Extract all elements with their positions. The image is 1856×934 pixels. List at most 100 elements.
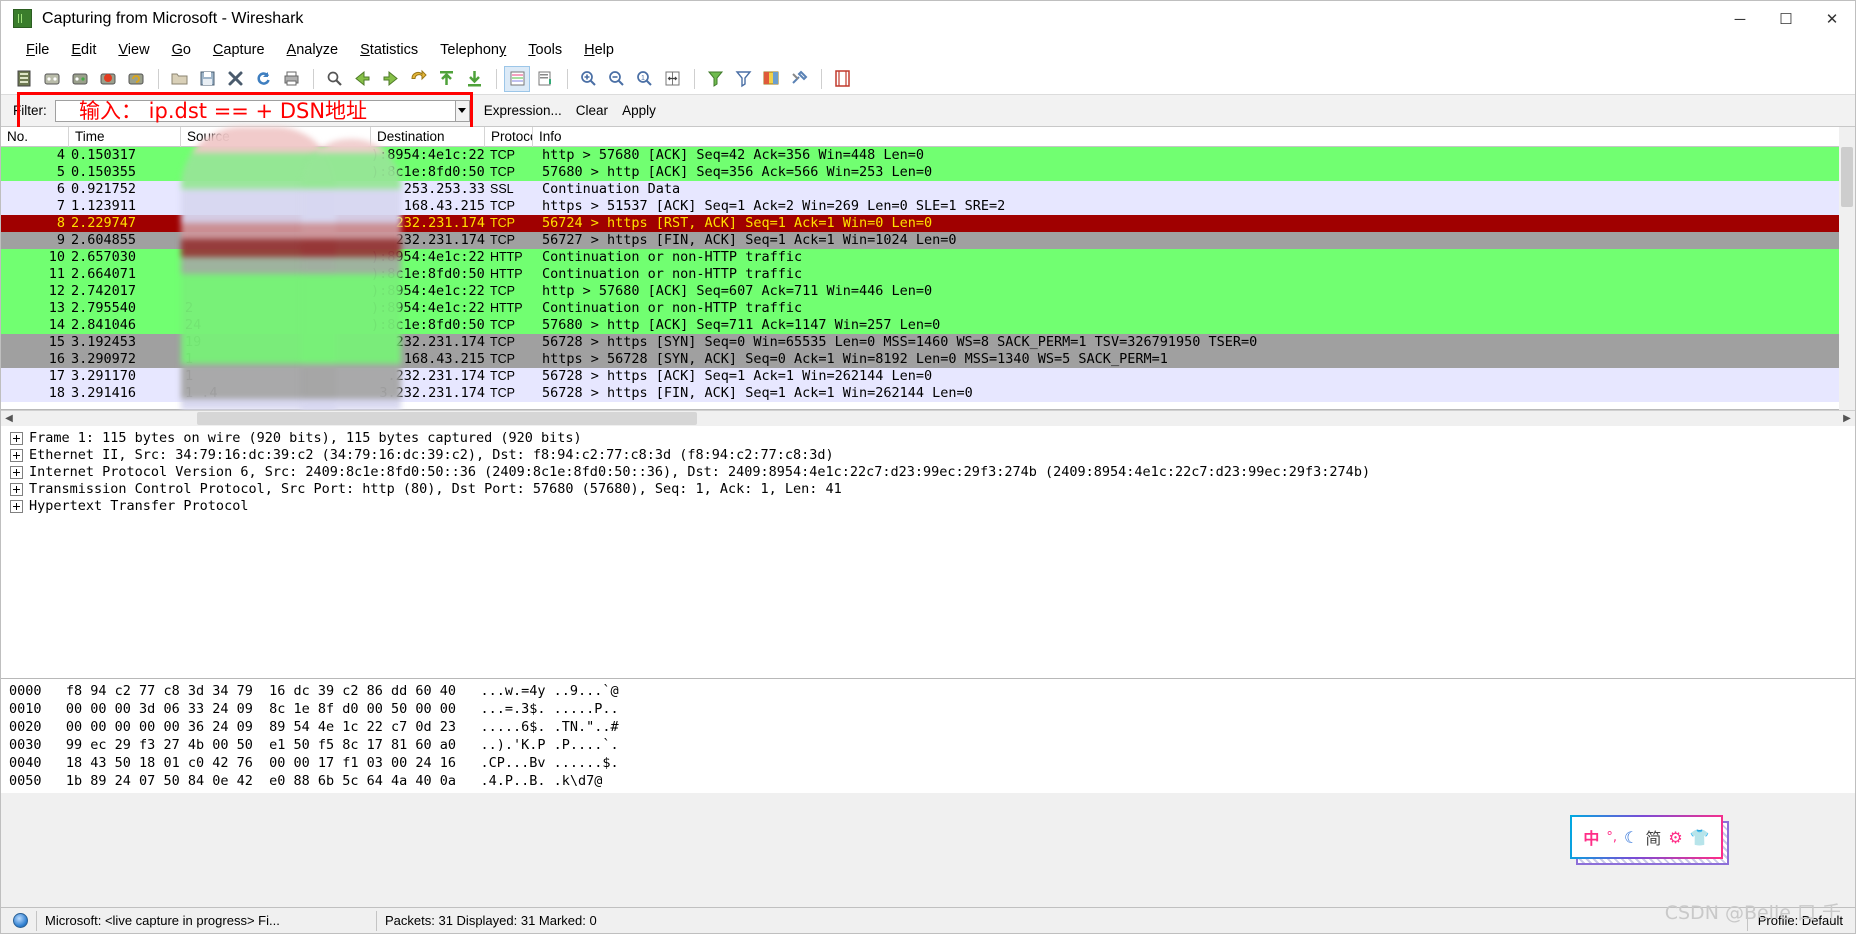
table-row[interactable]: 14 2.841046 24):8c1e:8fd0:50::TCP 57680 > h… bbox=[1, 317, 1855, 334]
filter-apply-button[interactable]: Apply bbox=[622, 103, 656, 118]
hex-dump[interactable]: 0000 f8 94 c2 77 c8 3d 34 79 16 dc 39 c2… bbox=[9, 682, 1855, 790]
go-forward-icon[interactable] bbox=[377, 66, 403, 92]
menu-tools[interactable]: Tools bbox=[517, 40, 573, 60]
zoom-out-icon[interactable] bbox=[603, 66, 629, 92]
go-last-packet-icon[interactable] bbox=[461, 66, 487, 92]
protocol-tree-item[interactable]: Hypertext Transfer Protocol bbox=[3, 498, 1855, 515]
table-row[interactable]: 15 3.192453 19 232.231.174 TCP 56728 > https … bbox=[1, 334, 1855, 351]
table-row[interactable]: 13 2.795540 2):8954:4e1c:22c7 HTTP Continuat… bbox=[1, 300, 1855, 317]
column-header-time[interactable]: Time bbox=[69, 126, 181, 147]
filter-expression-button[interactable]: Expression... bbox=[484, 103, 562, 118]
reload-file-icon[interactable] bbox=[250, 66, 276, 92]
table-row[interactable]: 6 0.921752 253.253.33 SSL Continuation Data bbox=[1, 181, 1855, 198]
start-capture-icon[interactable] bbox=[67, 66, 93, 92]
resize-columns-icon[interactable] bbox=[659, 66, 685, 92]
close-button[interactable]: ✕ bbox=[1809, 1, 1855, 37]
scroll-left-arrow[interactable]: ◀ bbox=[1, 411, 17, 426]
menu-capture[interactable]: Capture bbox=[202, 40, 276, 60]
expand-plus-icon[interactable] bbox=[10, 466, 23, 479]
colorize-packet-list-icon[interactable] bbox=[504, 65, 530, 92]
packet-details-pane[interactable]: Frame 1: 115 bytes on wire (920 bits), 1… bbox=[1, 426, 1855, 678]
list-interfaces-icon[interactable] bbox=[11, 66, 37, 92]
print-icon[interactable] bbox=[278, 66, 304, 92]
table-row[interactable]: 5 0.150355):8c1e:8fd0:50::TCP 57680 > http… bbox=[1, 164, 1855, 181]
protocol-tree-item[interactable]: Frame 1: 115 bytes on wire (920 bits), 1… bbox=[3, 430, 1855, 447]
filter-history-dropdown[interactable] bbox=[454, 99, 470, 122]
hex-dump-line[interactable]: 0020 00 00 00 00 00 36 24 09 89 54 4e 1c… bbox=[9, 718, 1855, 736]
ime-punctuation-icon[interactable]: °, bbox=[1606, 830, 1617, 845]
expand-plus-icon[interactable] bbox=[10, 483, 23, 496]
packet-list-horizontal-scrollbar[interactable]: ◀ ▶ bbox=[1, 410, 1855, 426]
packet-list-vertical-scrollbar[interactable] bbox=[1839, 127, 1855, 410]
zoom-in-icon[interactable] bbox=[575, 66, 601, 92]
capture-options-icon[interactable] bbox=[39, 66, 65, 92]
table-row[interactable]: 17 3.291170 1 .232.231.174 TCP 56728 > https … bbox=[1, 368, 1855, 385]
help-contents-icon[interactable] bbox=[829, 66, 855, 92]
ime-skin-shirt-icon[interactable]: 👕 bbox=[1690, 828, 1710, 847]
protocol-tree-item[interactable]: Ethernet II, Src: 34:79:16:dc:39:c2 (34:… bbox=[3, 447, 1855, 464]
menu-analyze[interactable]: Analyze bbox=[276, 40, 350, 60]
packet-list[interactable]: No. Time Source Destination Protocol Inf… bbox=[1, 126, 1855, 410]
hscroll-track[interactable] bbox=[17, 411, 1839, 426]
capture-status-icon[interactable] bbox=[13, 913, 28, 928]
table-row[interactable]: 4 0.150317):8954:4e1c:22c7 TCP http > 57680… bbox=[1, 147, 1855, 164]
display-filters-icon[interactable] bbox=[730, 66, 756, 92]
go-back-icon[interactable] bbox=[349, 66, 375, 92]
menu-view[interactable]: View bbox=[107, 40, 160, 60]
hex-dump-line[interactable]: 0040 18 43 50 18 01 c0 42 76 00 00 17 f1… bbox=[9, 754, 1855, 772]
status-profile[interactable]: Profile: Default bbox=[1746, 910, 1843, 931]
menu-edit[interactable]: Edit bbox=[60, 40, 107, 60]
table-row[interactable]: 9 2.604855 232.231.174 TCP 56727 > https [FI… bbox=[1, 232, 1855, 249]
table-row[interactable]: 7 1.123911 168.43.215 TCP https > 51537 [ACK… bbox=[1, 198, 1855, 215]
ime-toolbar[interactable]: 中 °, ☾ 简 ⚙ 👕 bbox=[1570, 815, 1731, 865]
ime-chinese-mode-icon[interactable]: 中 bbox=[1583, 825, 1599, 849]
expand-plus-icon[interactable] bbox=[10, 432, 23, 445]
expand-plus-icon[interactable] bbox=[10, 500, 23, 513]
minimize-button[interactable]: ─ bbox=[1717, 1, 1763, 37]
column-header-no[interactable]: No. bbox=[1, 126, 69, 147]
table-row[interactable]: 16 3.290972 1 168.43.215 TCP https > 56728 [S… bbox=[1, 351, 1855, 368]
packet-bytes-pane[interactable]: 0000 f8 94 c2 77 c8 3d 34 79 16 dc 39 c2… bbox=[1, 678, 1855, 793]
ime-inner[interactable]: 中 °, ☾ 简 ⚙ 👕 bbox=[1570, 815, 1723, 859]
menu-file[interactable]: FFileile bbox=[15, 40, 60, 60]
column-header-info[interactable]: Info bbox=[533, 127, 1855, 147]
expand-plus-icon[interactable] bbox=[10, 449, 23, 462]
column-header-destination[interactable]: Destination bbox=[371, 126, 485, 147]
table-row[interactable]: 8 2.229747 232.231.174 TCP 56724 > https [RS… bbox=[1, 215, 1855, 232]
hex-dump-line[interactable]: 0050 1b 89 24 07 50 84 0e 42 e0 88 6b 5c… bbox=[9, 772, 1855, 790]
column-header-source[interactable]: Source bbox=[181, 126, 371, 147]
table-row[interactable]: 10 2.657030):8954:4e1c:22c7 HTTP Continuati… bbox=[1, 249, 1855, 266]
hex-dump-line[interactable]: 0000 f8 94 c2 77 c8 3d 34 79 16 dc 39 c2… bbox=[9, 682, 1855, 700]
save-file-icon[interactable] bbox=[194, 66, 220, 92]
coloring-rules-icon[interactable] bbox=[758, 66, 784, 92]
table-row[interactable]: 18 3.291416 1 .4 3.232.231.174 TCP 56728 > ht… bbox=[1, 385, 1855, 402]
open-file-icon[interactable] bbox=[166, 66, 192, 92]
menu-statistics[interactable]: Statistics bbox=[349, 40, 429, 60]
hex-dump-line[interactable]: 0030 99 ec 29 f3 27 4b 00 50 e1 50 f5 8c… bbox=[9, 736, 1855, 754]
auto-scroll-live-capture-icon[interactable] bbox=[532, 66, 558, 92]
column-header-protocol[interactable]: Protocol bbox=[485, 126, 533, 147]
stop-capture-icon[interactable] bbox=[95, 66, 121, 92]
protocol-tree[interactable]: Frame 1: 115 bytes on wire (920 bits), 1… bbox=[3, 430, 1855, 515]
menu-go[interactable]: Go bbox=[161, 40, 202, 60]
hscroll-thumb[interactable] bbox=[197, 412, 697, 425]
capture-filters-icon[interactable] bbox=[702, 66, 728, 92]
maximize-button[interactable]: ☐ bbox=[1763, 1, 1809, 37]
ime-moon-icon[interactable]: ☾ bbox=[1624, 828, 1638, 847]
restart-capture-icon[interactable] bbox=[123, 66, 149, 92]
ime-simplified-mode-icon[interactable]: 简 bbox=[1645, 825, 1661, 849]
menu-telephony[interactable]: Telephony bbox=[429, 40, 517, 60]
scrollbar-thumb[interactable] bbox=[1841, 147, 1853, 207]
table-row[interactable]: 11 2.664071):8c1e:8fd0:50::HTTP Continuati… bbox=[1, 266, 1855, 283]
filter-clear-button[interactable]: Clear bbox=[576, 103, 608, 118]
scroll-right-arrow[interactable]: ▶ bbox=[1839, 411, 1855, 426]
go-first-packet-icon[interactable] bbox=[433, 66, 459, 92]
menu-help[interactable]: Help bbox=[573, 40, 625, 60]
zoom-reset-icon[interactable]: 1 bbox=[631, 66, 657, 92]
find-packet-icon[interactable] bbox=[321, 66, 347, 92]
ime-settings-gear-icon[interactable]: ⚙ bbox=[1668, 828, 1682, 847]
hex-dump-line[interactable]: 0010 00 00 00 3d 06 33 24 09 8c 1e 8f d0… bbox=[9, 700, 1855, 718]
packet-rows[interactable]: 4 0.150317):8954:4e1c:22c7 TCP http > 57680… bbox=[1, 147, 1855, 402]
table-row[interactable]: 12 2.742017):8954:4e1c:22c7 TCP http > 5768… bbox=[1, 283, 1855, 300]
protocol-tree-item[interactable]: Internet Protocol Version 6, Src: 2409:8… bbox=[3, 464, 1855, 481]
